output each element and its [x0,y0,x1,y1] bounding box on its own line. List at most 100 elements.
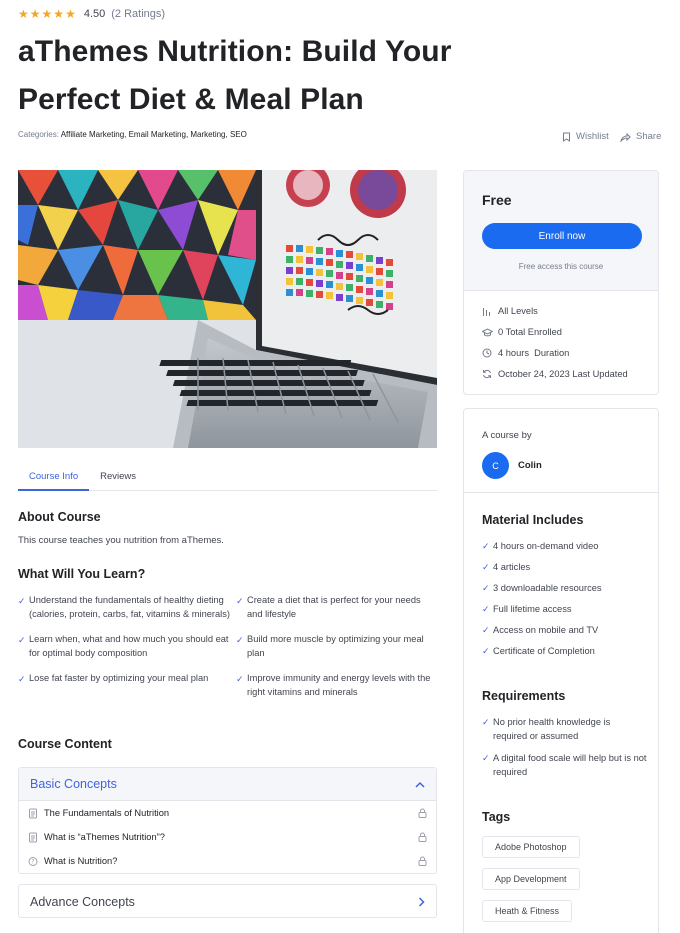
check-icon: ✓ [18,674,26,684]
material-item: ✓ Access on mobile and TV [482,625,599,635]
share-label: Share [636,131,662,142]
document-icon [29,832,37,842]
learn-list: ✓ Understand the fundamentals of healthy … [18,593,437,699]
requirements-heading: Requirements [482,689,566,703]
topic-title: Basic Concepts [30,777,117,791]
course-categories: Categories: Affiliate Marketing, Email M… [18,130,247,139]
lesson-item[interactable]: The Fundamentals of Nutrition [19,801,436,825]
topic-title: Advance Concepts [30,894,135,909]
star-icon: ★ [18,7,29,21]
tag[interactable]: Adobe Photoshop [482,836,580,858]
material-item: ✓ 3 downloadable resources [482,583,602,593]
lock-icon [418,832,427,842]
check-icon: ✓ [18,596,26,606]
chevron-up-icon [415,781,425,788]
lesson-title: What is Nutrition? [44,856,118,866]
meta-level: All Levels [482,306,538,316]
learn-heading: What Will You Learn? [18,567,146,581]
course-tabs: Course Info Reviews [18,466,437,491]
free-access-note: Free access this course [518,262,604,271]
lesson-title: The Fundamentals of Nutrition [44,808,170,818]
material-item: ✓ 4 articles [482,562,531,572]
check-icon: ✓ [482,753,490,763]
check-icon: ✓ [236,596,244,606]
learn-item: ✓ Improve immunity and energy levels with… [236,673,431,697]
document-icon [29,808,37,818]
check-icon: ✓ [236,674,244,684]
star-icon: ★ [29,7,41,21]
tab-course-info[interactable]: Course Info [18,466,90,491]
levels-icon [482,307,493,316]
course-title: aThemes Nutrition: Build Your Perfect Di… [18,35,452,116]
material-item: ✓ 4 hours on-demand video [482,541,599,551]
tag[interactable]: Heath & Fitness [482,900,573,922]
learn-item: ✓ Build more muscle by optimizing your me… [236,634,424,658]
clock-icon [482,348,493,358]
categories-label: Categories: [18,130,59,139]
lock-icon [418,808,427,818]
bookmark-icon [563,132,570,142]
share-icon [620,132,631,142]
rating-count: (2 Ratings) [111,8,166,20]
enroll-box: Free Enroll now Free access this course [464,171,658,291]
enroll-card: Free Enroll now Free access this course … [463,170,659,395]
check-icon: ✓ [482,562,490,572]
instructor-name: Colin [518,460,542,471]
topic-header[interactable]: Basic Concepts [19,768,436,801]
material-item: ✓ Full lifetime access [482,604,572,614]
learn-item: ✓ Lose fat faster by optimizing your meal… [18,671,236,699]
about-text: This course teaches you nutrition from a… [18,535,224,546]
details-card: A course by C Colin Material Includes ✓ 4… [463,408,659,933]
star-icon: ★ [53,7,65,21]
tag[interactable]: App Development [482,868,580,890]
check-icon: ✓ [482,583,490,593]
meta-updated: October 24, 2023 Last Updated [482,369,628,379]
check-icon: ✓ [236,635,244,645]
learn-item: ✓ Create a diet that is perfect for your … [236,595,421,619]
categories-links[interactable]: Affiliate Marketing, Email Marketing, Ma… [61,130,247,139]
wishlist-button[interactable]: Wishlist [562,131,609,142]
about-heading: About Course [18,510,101,524]
lesson-item[interactable]: ? What is Nutrition? [19,849,436,873]
material-item: ✓ Certificate of Completion [482,646,595,656]
rating-value: 4.50 [83,8,106,20]
meta-duration: 4 hours Duration [482,348,569,358]
lock-icon [418,856,427,866]
course-rating: ★ ★ ★ ★ ★ 4.50 (2 Ratings) [18,7,165,21]
star-icon: ★ [65,7,76,21]
avatar: C [482,452,509,479]
check-icon: ✓ [482,625,490,635]
learn-item: ✓ Learn when, what and how much you shoul… [18,634,229,658]
wishlist-label: Wishlist [576,131,609,142]
quiz-icon: ? [28,856,38,866]
content-heading: Course Content [18,737,112,751]
instructor[interactable]: C Colin [482,452,542,479]
refresh-icon [482,369,493,379]
enroll-button[interactable]: Enroll now [482,223,642,249]
check-icon: ✓ [482,646,490,656]
check-icon: ✓ [482,717,490,727]
instructor-label: A course by [482,430,532,441]
topic-header[interactable]: Advance Concepts [19,885,436,918]
requirement-item: ✓ A digital food scale will help but is n… [482,753,647,777]
chevron-right-icon [418,896,425,907]
graduation-cap-icon [482,327,493,337]
check-icon: ✓ [482,604,490,614]
share-button[interactable]: Share [620,131,661,142]
tab-reviews[interactable]: Reviews [89,466,147,491]
material-heading: Material Includes [482,513,584,527]
course-thumbnail [18,170,437,448]
check-icon: ✓ [482,541,490,551]
topic-advance-concepts: Advance Concepts [18,884,437,918]
lesson-item[interactable]: What is “aThemes Nutrition”? [19,825,436,849]
course-price: Free [482,192,512,208]
tags-heading: Tags [482,810,511,824]
topic-basic-concepts: Basic Concepts The Fundamentals of Nutri… [18,767,437,874]
divider [464,492,658,493]
lesson-title: What is “aThemes Nutrition”? [44,832,165,842]
learn-item: ✓ Understand the fundamentals of healthy … [18,595,230,619]
requirement-item: ✓ No prior health knowledge is required o… [482,717,611,741]
star-icon: ★ [41,7,53,21]
check-icon: ✓ [18,635,26,645]
svg-text:?: ? [31,858,34,865]
